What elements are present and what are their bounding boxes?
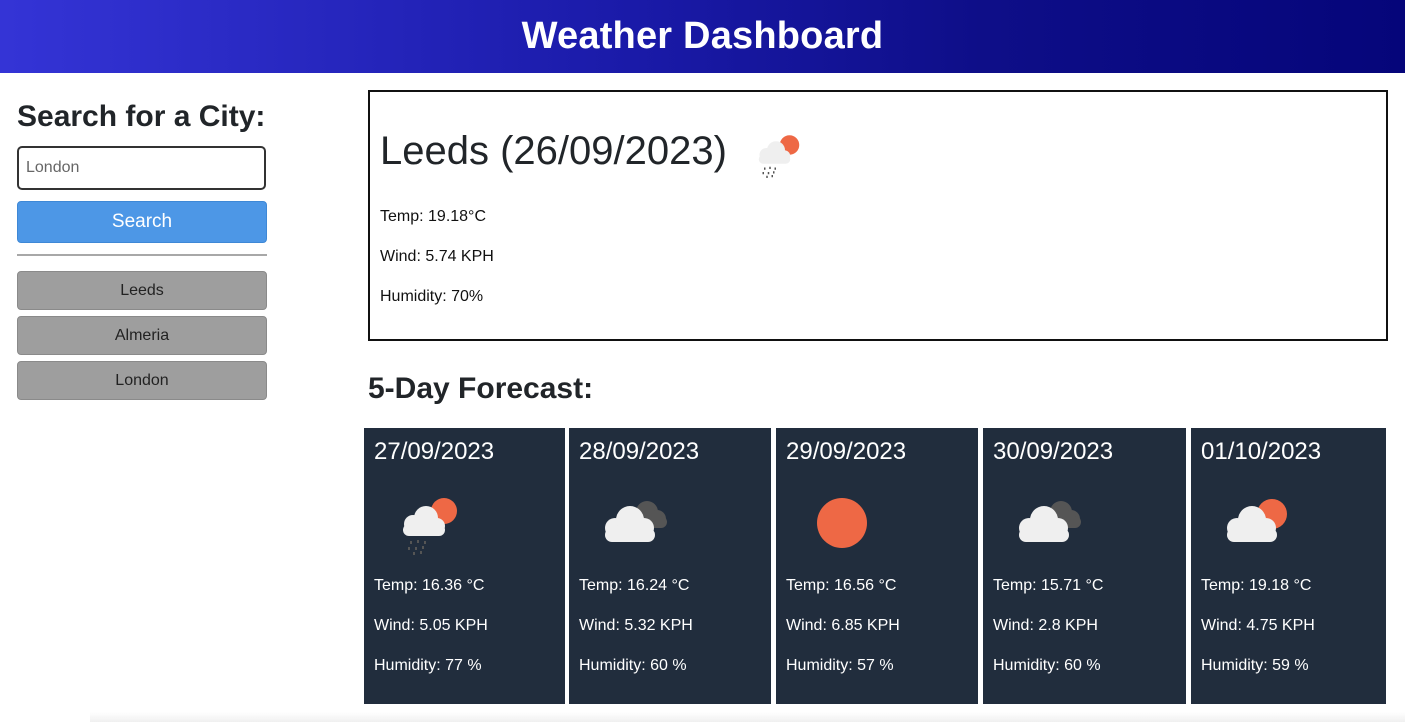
- forecast-temp: Temp: 19.18 °C: [1201, 577, 1312, 594]
- light-rain-partly-cloudy-icon: [390, 490, 470, 556]
- forecast-date: 27/09/2023: [374, 438, 495, 465]
- forecast-date: 01/10/2023: [1201, 438, 1322, 465]
- forecast-temp: Temp: 16.56 °C: [786, 577, 897, 594]
- current-weather-panel: Leeds (26/09/2023) Temp: 19.18°C Wind: 5…: [368, 90, 1388, 341]
- forecast-wind: Wind: 2.8 KPH: [993, 617, 1098, 634]
- forecast-heading: 5-Day Forecast:: [368, 372, 594, 405]
- search-heading: Search for a City:: [17, 100, 266, 133]
- current-wind: Wind: 5.74 KPH: [380, 248, 494, 265]
- forecast-humidity: Humidity: 60 %: [993, 657, 1101, 674]
- clear-sky-icon: [802, 490, 882, 556]
- forecast-wind: Wind: 5.05 KPH: [374, 617, 488, 634]
- forecast-wind: Wind: 4.75 KPH: [1201, 617, 1315, 634]
- forecast-humidity: Humidity: 60 %: [579, 657, 687, 674]
- forecast-wind: Wind: 5.32 KPH: [579, 617, 693, 634]
- broken-clouds-icon: [1009, 490, 1089, 556]
- forecast-card: 30/09/2023 Temp: 15.71 °C Wind: 2.8 KPH …: [983, 428, 1186, 704]
- few-clouds-icon: [1217, 490, 1297, 556]
- forecast-humidity: Humidity: 77 %: [374, 657, 482, 674]
- app-header: Weather Dashboard: [0, 0, 1405, 73]
- history-button-leeds[interactable]: Leeds: [17, 271, 267, 310]
- forecast-card: 28/09/2023 Temp: 16.24 °C Wind: 5.32 KPH…: [569, 428, 771, 704]
- search-history-list: Leeds Almeria London: [17, 271, 268, 400]
- app-title: Weather Dashboard: [521, 15, 884, 57]
- forecast-card: 01/10/2023 Temp: 19.18 °C Wind: 4.75 KPH…: [1191, 428, 1386, 704]
- current-city-title: Leeds (26/09/2023): [380, 129, 727, 173]
- forecast-wind: Wind: 6.85 KPH: [786, 617, 900, 634]
- history-button-london[interactable]: London: [17, 361, 267, 400]
- broken-clouds-icon: [595, 490, 675, 556]
- page-bottom-shadow: [90, 712, 1405, 722]
- search-button[interactable]: Search: [17, 201, 267, 243]
- current-humidity: Humidity: 70%: [380, 288, 484, 305]
- forecast-humidity: Humidity: 59 %: [1201, 657, 1309, 674]
- current-temp: Temp: 19.18°C: [380, 208, 487, 225]
- forecast-date: 28/09/2023: [579, 438, 700, 465]
- forecast-date: 29/09/2023: [786, 438, 907, 465]
- forecast-card: 27/09/2023 Temp: 16.36 °C Wind: 5.05 KPH…: [364, 428, 565, 704]
- history-button-almeria[interactable]: Almeria: [17, 316, 267, 355]
- forecast-temp: Temp: 16.36 °C: [374, 577, 485, 594]
- forecast-humidity: Humidity: 57 %: [786, 657, 894, 674]
- forecast-card: 29/09/2023 Temp: 16.56 °C Wind: 6.85 KPH…: [776, 428, 978, 704]
- divider: [17, 254, 267, 256]
- forecast-temp: Temp: 16.24 °C: [579, 577, 690, 594]
- light-rain-partly-cloudy-icon: [749, 126, 809, 182]
- forecast-temp: Temp: 15.71 °C: [993, 577, 1104, 594]
- city-search-input[interactable]: [17, 146, 266, 190]
- forecast-date: 30/09/2023: [993, 438, 1114, 465]
- search-sidebar: Search for a City: Search Leeds Almeria …: [17, 98, 268, 406]
